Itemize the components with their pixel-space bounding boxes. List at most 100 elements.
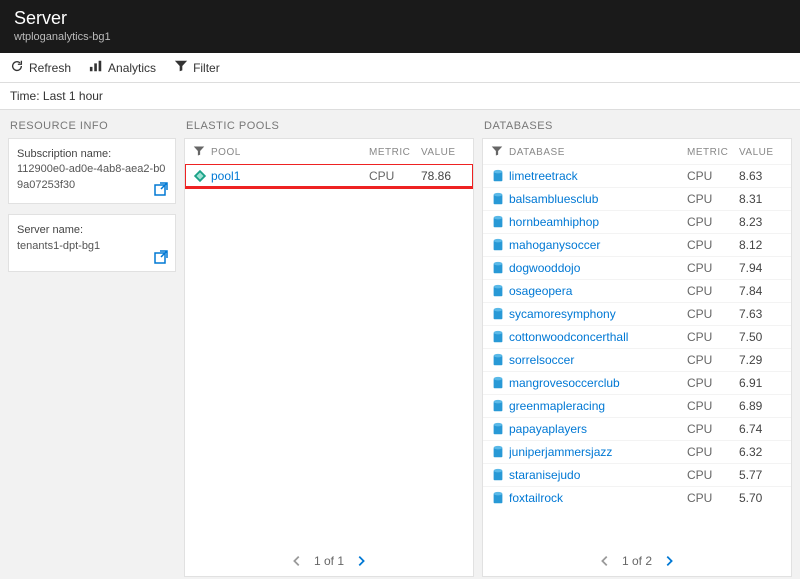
row-name: mahoganysoccer — [509, 238, 687, 252]
time-range-label: Time: Last 1 hour — [10, 89, 103, 103]
pools-header-metric[interactable]: METRIC — [369, 147, 421, 158]
analytics-button[interactable]: Analytics — [89, 59, 156, 76]
database-icon — [491, 353, 509, 367]
database-icon — [491, 468, 509, 482]
database-row[interactable]: mangrovesoccerclubCPU6.91 — [483, 371, 791, 394]
subscription-card: Subscription name: 112900e0-ad0e-4ab8-ae… — [8, 138, 176, 204]
row-name: juniperjammersjazz — [509, 445, 687, 459]
subscription-label: Subscription name: — [17, 147, 167, 162]
database-icon — [491, 491, 509, 505]
database-icon — [491, 215, 509, 229]
elastic-pools-title: ELASTIC POOLS — [186, 120, 474, 132]
resource-info-column: RESOURCE INFO Subscription name: 112900e… — [8, 118, 176, 577]
row-name: foxtailrock — [509, 491, 687, 505]
row-value: 6.91 — [739, 376, 783, 390]
database-row[interactable]: foxtailrockCPU5.70 — [483, 486, 791, 509]
elastic-pools-column: ELASTIC POOLS POOL METRIC VALUE pool1CPU… — [184, 118, 474, 577]
database-row[interactable]: balsambluesclubCPU8.31 — [483, 187, 791, 210]
refresh-button[interactable]: Refresh — [10, 59, 71, 76]
server-label: Server name: — [17, 223, 167, 238]
row-metric: CPU — [687, 261, 739, 275]
database-icon — [491, 261, 509, 275]
row-name: cottonwoodconcerthall — [509, 330, 687, 344]
popout-icon[interactable] — [153, 181, 169, 197]
row-value: 7.29 — [739, 353, 783, 367]
row-value: 5.70 — [739, 491, 783, 505]
database-row[interactable]: papayaplayersCPU6.74 — [483, 417, 791, 440]
database-icon — [491, 192, 509, 206]
row-value: 8.31 — [739, 192, 783, 206]
subscription-value: 112900e0-ad0e-4ab8-aea2-b09a07253f30 — [17, 162, 167, 193]
row-metric: CPU — [687, 353, 739, 367]
database-icon — [491, 376, 509, 390]
databases-header-row: DATABASE METRIC VALUE — [483, 139, 791, 164]
database-row[interactable]: greenmapleracingCPU6.89 — [483, 394, 791, 417]
chevron-left-icon[interactable] — [290, 554, 304, 568]
database-row[interactable]: sycamoresymphonyCPU7.63 — [483, 302, 791, 325]
row-metric: CPU — [687, 215, 739, 229]
row-value: 6.89 — [739, 399, 783, 413]
page-subtitle: wtploganalytics-bg1 — [14, 31, 786, 43]
analytics-icon — [89, 59, 103, 76]
database-row[interactable]: staranisejudoCPU5.77 — [483, 463, 791, 486]
blade-header: Server wtploganalytics-bg1 — [0, 0, 800, 53]
row-value: 8.12 — [739, 238, 783, 252]
database-row[interactable]: dogwooddojoCPU7.94 — [483, 256, 791, 279]
row-metric: CPU — [687, 422, 739, 436]
database-icon — [491, 307, 509, 321]
row-name: greenmapleracing — [509, 399, 687, 413]
databases-header-value[interactable]: VALUE — [739, 147, 783, 158]
database-row[interactable]: sorrelsoccerCPU7.29 — [483, 348, 791, 371]
pools-pager: 1 of 1 — [185, 548, 473, 576]
row-name: balsambluesclub — [509, 192, 687, 206]
row-metric: CPU — [687, 284, 739, 298]
database-row[interactable]: hornbeamhiphopCPU8.23 — [483, 210, 791, 233]
pools-header-row: POOL METRIC VALUE — [185, 139, 473, 164]
row-metric: CPU — [687, 468, 739, 482]
row-metric: CPU — [687, 491, 739, 505]
row-name: dogwooddojo — [509, 261, 687, 275]
database-row[interactable]: juniperjammersjazzCPU6.32 — [483, 440, 791, 463]
databases-pager-text: 1 of 2 — [622, 554, 652, 568]
pools-header-name[interactable]: POOL — [211, 147, 369, 158]
databases-panel: DATABASE METRIC VALUE limetreetrackCPU8.… — [482, 138, 792, 577]
database-icon — [491, 169, 509, 183]
databases-header-name[interactable]: DATABASE — [509, 147, 687, 158]
server-card: Server name: tenants1-dpt-bg1 — [8, 214, 176, 272]
row-metric: CPU — [687, 445, 739, 459]
pool-row[interactable]: pool1CPU78.86 — [185, 164, 473, 187]
refresh-icon — [10, 59, 24, 76]
filter-icon[interactable] — [491, 145, 509, 160]
database-icon — [491, 422, 509, 436]
database-icon — [491, 445, 509, 459]
server-value: tenants1-dpt-bg1 — [17, 239, 167, 254]
pools-header-value[interactable]: VALUE — [421, 147, 465, 158]
databases-header-metric[interactable]: METRIC — [687, 147, 739, 158]
database-row[interactable]: osageoperaCPU7.84 — [483, 279, 791, 302]
filter-icon[interactable] — [193, 145, 211, 160]
elastic-pools-panel: POOL METRIC VALUE pool1CPU78.86 1 of 1 — [184, 138, 474, 577]
chevron-right-icon[interactable] — [662, 554, 676, 568]
databases-rows: limetreetrackCPU8.63balsambluesclubCPU8.… — [483, 164, 791, 548]
row-name: sorrelsoccer — [509, 353, 687, 367]
database-row[interactable]: mahoganysoccerCPU8.12 — [483, 233, 791, 256]
row-name: pool1 — [211, 169, 369, 183]
chevron-right-icon[interactable] — [354, 554, 368, 568]
popout-icon[interactable] — [153, 249, 169, 265]
database-row[interactable]: cottonwoodconcerthallCPU7.50 — [483, 325, 791, 348]
time-range-bar[interactable]: Time: Last 1 hour — [0, 83, 800, 110]
row-name: mangrovesoccerclub — [509, 376, 687, 390]
database-row[interactable]: limetreetrackCPU8.63 — [483, 164, 791, 187]
row-name: sycamoresymphony — [509, 307, 687, 321]
row-value: 6.74 — [739, 422, 783, 436]
filter-button[interactable]: Filter — [174, 59, 220, 76]
resource-info-title: RESOURCE INFO — [10, 120, 176, 132]
pool-icon — [193, 169, 211, 183]
databases-column: DATABASES DATABASE METRIC VALUE limetree… — [482, 118, 792, 577]
row-value: 7.50 — [739, 330, 783, 344]
row-value: 5.77 — [739, 468, 783, 482]
chevron-left-icon[interactable] — [598, 554, 612, 568]
analytics-label: Analytics — [108, 61, 156, 75]
row-metric: CPU — [687, 169, 739, 183]
row-metric: CPU — [687, 330, 739, 344]
